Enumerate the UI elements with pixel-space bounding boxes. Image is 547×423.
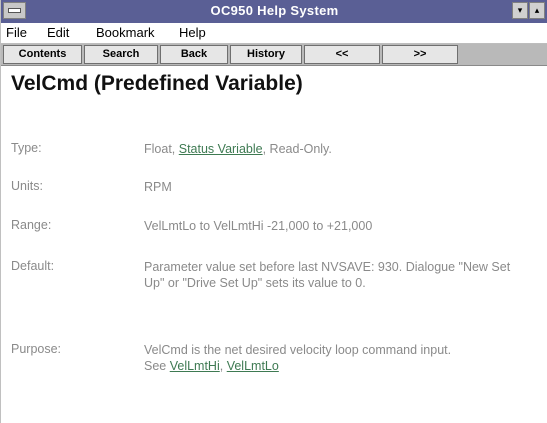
purpose-value: VelCmd is the net desired velocity loop …	[144, 342, 534, 374]
back-button[interactable]: Back	[160, 45, 228, 64]
menu-edit[interactable]: Edit	[47, 25, 69, 40]
browse-next-button[interactable]: >>	[382, 45, 458, 64]
type-prefix: Float,	[144, 142, 179, 156]
topic-heading: VelCmd (Predefined Variable)	[11, 72, 303, 95]
see-also-label: See	[144, 359, 170, 373]
type-label: Type:	[11, 141, 42, 155]
see-also-separator: ,	[219, 359, 227, 373]
maximize-button[interactable]: ▴	[529, 2, 545, 19]
menu-file[interactable]: File	[6, 25, 27, 40]
default-label: Default:	[11, 259, 55, 273]
search-button[interactable]: Search	[84, 45, 158, 64]
menu-bar: File Edit Bookmark Help	[1, 23, 547, 44]
topic-content: VelCmd (Predefined Variable) Type: Float…	[1, 66, 547, 423]
units-label: Units:	[11, 179, 43, 193]
vellmthi-link[interactable]: VelLmtHi	[170, 359, 220, 373]
default-value: Parameter value set before last NVSAVE: …	[144, 260, 511, 290]
menu-bookmark[interactable]: Bookmark	[96, 25, 155, 40]
see-also: See VelLmtHi, VelLmtLo	[144, 358, 534, 374]
units-value: RPM	[144, 180, 172, 194]
vellmtlo-link[interactable]: VelLmtLo	[227, 359, 279, 373]
title-bar: OC950 Help System ▾ ▴	[1, 0, 547, 23]
window-title: OC950 Help System	[210, 3, 339, 18]
type-value: Float, Status Variable, Read-Only.	[144, 141, 534, 157]
type-suffix: , Read-Only.	[262, 142, 332, 156]
status-variable-link[interactable]: Status Variable	[179, 142, 263, 156]
menu-help[interactable]: Help	[179, 25, 206, 40]
range-label: Range:	[11, 218, 52, 232]
purpose-label: Purpose:	[11, 342, 62, 356]
history-button[interactable]: History	[230, 45, 302, 64]
minimize-button[interactable]: ▾	[512, 2, 528, 19]
help-window: OC950 Help System ▾ ▴ File Edit Bookmark…	[0, 0, 547, 423]
purpose-text: VelCmd is the net desired velocity loop …	[144, 343, 452, 357]
toolbar: Contents Search Back History << >>	[1, 44, 547, 66]
range-value: VelLmtLo to VelLmtHi -21,000 to +21,000	[144, 219, 373, 233]
contents-button[interactable]: Contents	[3, 45, 82, 64]
browse-previous-button[interactable]: <<	[304, 45, 380, 64]
